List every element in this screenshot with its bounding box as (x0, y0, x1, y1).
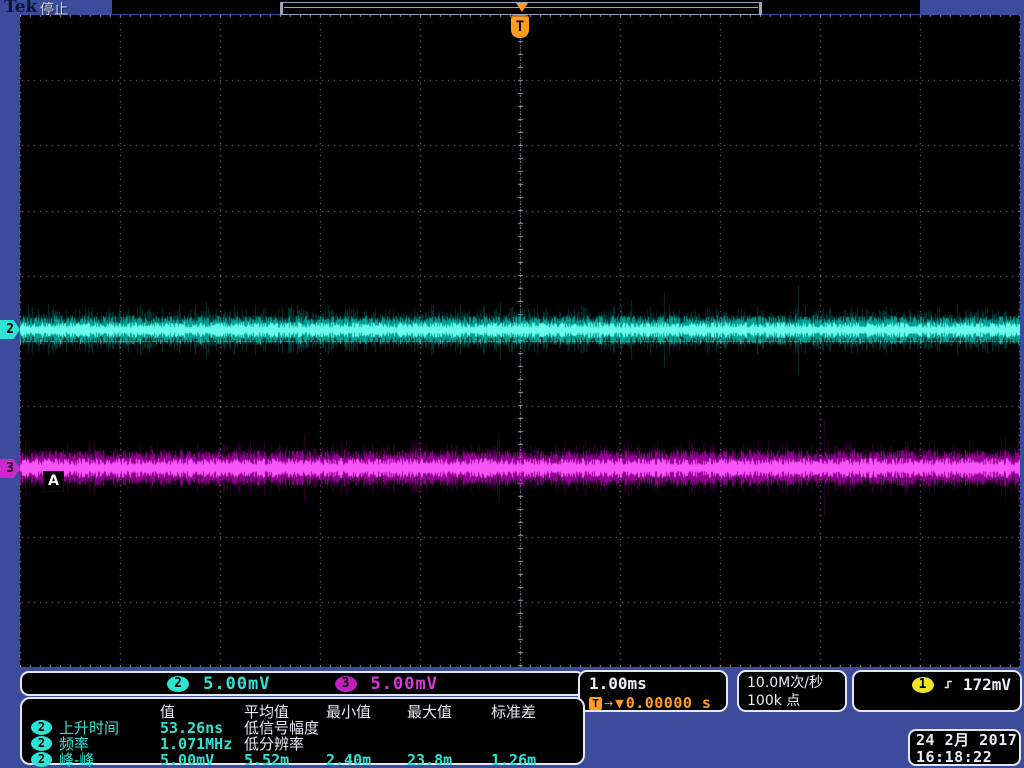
rising-edge-icon (944, 677, 953, 692)
meas-name: 峰-峰 (59, 749, 94, 768)
ch2-position-marker: 2 (0, 320, 20, 339)
trigger-time-value: 0.00000 s (626, 694, 712, 712)
acquisition-preview-background (112, 0, 920, 14)
datetime-readout: 24 2月 2017 16:18:22 (908, 729, 1021, 766)
graticule: T A (20, 15, 1020, 667)
measurement-header-row: 值 平均值 最小值 最大值 标准差 (22, 701, 583, 717)
ch2-badge: 2 (167, 676, 189, 692)
timebase-scale: 1.00ms (589, 674, 726, 693)
time-value: 16:18:22 (916, 749, 1019, 766)
preview-right-bracket (755, 2, 762, 15)
sample-rate: 10.0M次/秒 (747, 674, 845, 692)
trigger-source-badge: 1 (912, 677, 934, 693)
trigger-time-icon: T (589, 697, 602, 710)
meas-min: 2.40m (326, 751, 407, 768)
meas-value: 5.00mV (160, 751, 244, 768)
measurement-panel: 值 平均值 最小值 最大值 标准差 2 上升时间 53.26ns 低信号幅度 2… (20, 697, 585, 765)
meas-std: 1.26m (491, 751, 583, 768)
ch3-scale: 5.00mV (371, 674, 438, 694)
measurement-row-pkpk: 2 峰-峰 5.00mV 5.52m 2.40m 23.8m 1.26m (22, 749, 583, 765)
meas-mean: 5.52m (244, 751, 326, 768)
date-value: 24 2月 2017 (916, 732, 1019, 749)
ch3-position-marker: 3 (0, 459, 20, 478)
ch2-scale: 5.00mV (203, 674, 270, 694)
top-status-bar: Tek 停止 (0, 0, 1024, 15)
record-length: 100k 点 (747, 692, 845, 710)
arrow-right-icon: → (604, 697, 613, 710)
marker-a-badge: A (44, 472, 63, 491)
waveform-canvas (20, 15, 1020, 667)
timebase-readout: 1.00ms T → ▼ 0.00000 s (578, 670, 728, 712)
caret-down-icon: ▼ (615, 697, 623, 710)
measurement-row-risetime: 2 上升时间 53.26ns 低信号幅度 (22, 717, 583, 733)
ch3-badge: 3 (335, 676, 357, 692)
meas-ch-badge: 2 (31, 752, 52, 767)
preview-left-bracket (280, 2, 287, 15)
acquisition-readout: 10.0M次/秒 100k 点 (737, 670, 847, 712)
measurement-row-frequency: 2 频率 1.071MHz 低分辨率 (22, 733, 583, 749)
meas-max: 23.8m (407, 751, 491, 768)
preview-trigger-arrow-icon (516, 3, 528, 12)
trigger-level: 172mV (963, 675, 1011, 694)
channel-scale-bar: 2 5.00mV 3 5.00mV (20, 671, 585, 696)
acquisition-preview-bar (280, 2, 762, 15)
oscilloscope-screen: Tek 停止 T A 2 3 2 5.00mV 3 5.00mV 1.00ms … (0, 0, 1024, 768)
trigger-readout: 1 172mV (852, 670, 1022, 712)
trigger-position-icon: T (511, 17, 529, 38)
